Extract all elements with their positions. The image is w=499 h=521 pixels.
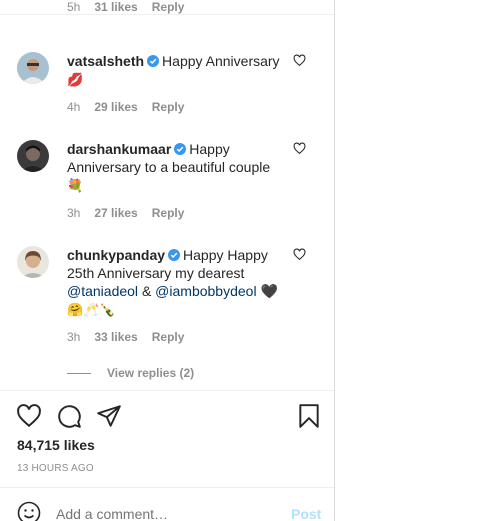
comment-emoji: 💐 — [67, 178, 84, 193]
comment-time: 3h — [67, 206, 81, 220]
comment-message-continued: 25th Anniversary my dearest — [67, 265, 245, 281]
view-replies-label: View replies (2) — [107, 366, 195, 380]
reply-button[interactable]: Reply — [152, 206, 185, 220]
black-heart-emoji: 🖤 — [260, 283, 278, 299]
comment-message: Happy — [189, 141, 230, 157]
comment-emoji: 💋 — [67, 72, 84, 87]
previous-comment-meta: 5h 31 likes Reply — [67, 0, 184, 14]
comment-body: darshankumaar Happy Anniversary to a beau… — [67, 140, 289, 220]
comment-message: Happy Happy — [183, 247, 268, 263]
comment-body: chunkypanday Happy Happy 25th Anniversary… — [67, 246, 289, 344]
comment-message: Happy Anniversary — [162, 53, 280, 69]
verified-badge-icon — [168, 249, 181, 261]
verified-badge-icon — [147, 55, 160, 67]
comment-meta: 3h 27 likes Reply — [67, 206, 289, 220]
add-comment-input[interactable] — [56, 506, 266, 521]
reply-button[interactable]: Reply — [152, 100, 185, 114]
comment-item: vatsalsheth Happy Anniversary 💋 4h 29 lik… — [17, 52, 317, 122]
comment-item: darshankumaar Happy Anniversary to a beau… — [17, 140, 317, 230]
avatar[interactable] — [17, 246, 49, 278]
comment-meta: 4h 29 likes Reply — [67, 100, 289, 114]
like-comment-heart-icon[interactable] — [293, 248, 306, 261]
comment-time: 4h — [67, 100, 81, 114]
post-comments-panel: 5h 31 likes Reply vatsalsheth Happy Anniv… — [0, 0, 335, 521]
emoji-smiley-icon[interactable] — [17, 501, 41, 521]
comment-username[interactable]: darshankumaar — [67, 141, 171, 157]
replies-line — [67, 372, 91, 374]
like-comment-heart-icon[interactable] — [293, 54, 306, 67]
like-comment-heart-icon[interactable] — [293, 142, 306, 155]
post-timestamp[interactable]: 13 HOURS AGO — [17, 463, 94, 474]
comment-username[interactable]: vatsalsheth — [67, 53, 144, 69]
comment-bubble-icon[interactable] — [56, 403, 82, 429]
view-replies-button[interactable]: View replies (2) — [67, 366, 194, 380]
comment-time: 5h — [67, 0, 81, 14]
add-comment-bar: Post — [0, 487, 334, 521]
comment-username[interactable]: chunkypanday — [67, 247, 165, 263]
divider — [0, 14, 334, 15]
comment-likes-button[interactable]: 31 likes — [94, 0, 137, 14]
comment-text: chunkypanday Happy Happy 25th Anniversary… — [67, 246, 289, 300]
comment-text: vatsalsheth Happy Anniversary — [67, 52, 289, 70]
comment-likes-button[interactable]: 33 likes — [94, 330, 137, 344]
mention-link[interactable]: @iambobbydeol — [155, 283, 256, 299]
mention-link[interactable]: @taniadeol — [67, 283, 138, 299]
avatar-image — [17, 140, 49, 172]
share-send-icon[interactable] — [96, 403, 122, 429]
reply-button[interactable]: Reply — [152, 330, 185, 344]
comment-message-continued: Anniversary to a beautiful couple — [67, 159, 271, 175]
save-bookmark-icon[interactable] — [296, 403, 322, 429]
comment-text: darshankumaar Happy Anniversary to a beau… — [67, 140, 289, 176]
comment-time: 3h — [67, 330, 81, 344]
comment-likes-button[interactable]: 27 likes — [94, 206, 137, 220]
avatar[interactable] — [17, 52, 49, 84]
comment-ampersand: & — [141, 283, 152, 299]
post-comment-button[interactable]: Post — [291, 506, 321, 521]
post-likes-count[interactable]: 84,715 likes — [17, 437, 95, 453]
avatar-image — [17, 52, 49, 84]
reply-button[interactable]: Reply — [152, 0, 185, 14]
comment-body: vatsalsheth Happy Anniversary 💋 4h 29 lik… — [67, 52, 289, 114]
like-heart-icon[interactable] — [16, 403, 42, 429]
comment-emoji: 🤗🥂🍾 — [67, 302, 116, 317]
avatar-image — [17, 246, 49, 278]
comment-likes-button[interactable]: 29 likes — [94, 100, 137, 114]
comment-meta: 3h 33 likes Reply — [67, 330, 289, 344]
verified-badge-icon — [174, 143, 187, 155]
avatar[interactable] — [17, 140, 49, 172]
post-action-bar — [0, 390, 334, 391]
comment-item: chunkypanday Happy Happy 25th Anniversary… — [17, 246, 317, 356]
